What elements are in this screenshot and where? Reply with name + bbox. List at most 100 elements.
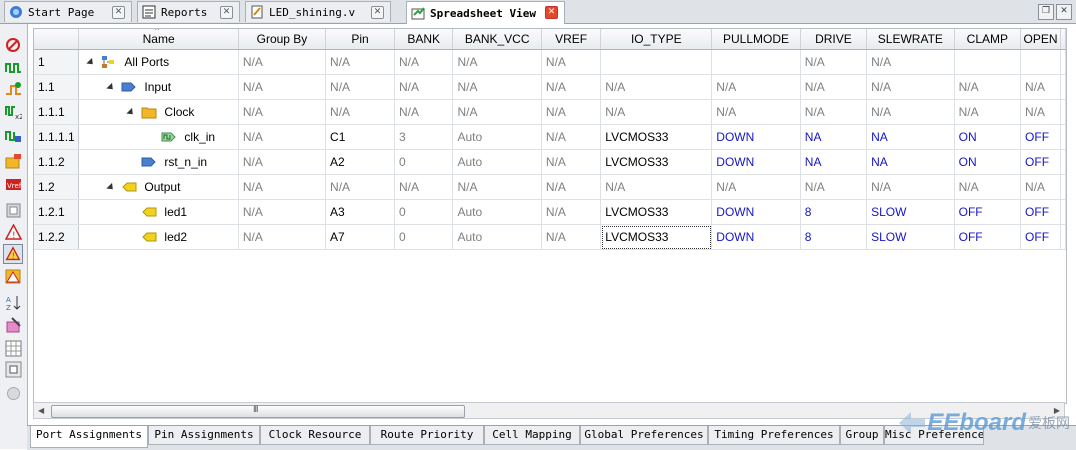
cell-bank[interactable]: N/A: [394, 174, 454, 200]
grid-view-icon[interactable]: [5, 340, 22, 357]
cell-drive[interactable]: N/A: [800, 49, 868, 75]
cell-bank[interactable]: 0: [394, 199, 454, 225]
edit-pink-icon[interactable]: [5, 317, 22, 334]
cell-bank-vcc[interactable]: N/A: [452, 99, 542, 125]
cell-open[interactable]: N/A: [1020, 174, 1061, 200]
cell-clamp[interactable]: OFF: [954, 224, 1022, 250]
cell-clamp[interactable]: [954, 49, 1022, 75]
cell-bank-vcc[interactable]: Auto: [452, 224, 542, 250]
cell-io-type[interactable]: N/A: [600, 99, 713, 125]
cell-vref[interactable]: N/A: [541, 224, 602, 250]
table-row[interactable]: 1.2.1 led1 N/A A3 0 Auto N/A LVCMOS33 DOWN 8 SLOW O…: [34, 199, 1066, 225]
cell-io-type[interactable]: LVCMOS33: [600, 149, 713, 175]
tab-start-page[interactable]: Start Page ✕: [4, 1, 132, 22]
cell-open[interactable]: N/A: [1020, 74, 1061, 100]
cell-clamp[interactable]: N/A: [954, 174, 1022, 200]
tab-spreadsheet-view[interactable]: Spreadsheet View ✕: [406, 1, 565, 24]
cell-group-by[interactable]: N/A: [238, 74, 327, 100]
cell-pullmode[interactable]: DOWN: [711, 149, 801, 175]
port-name-cell[interactable]: led1: [78, 199, 239, 225]
column-header-open[interactable]: OPEN: [1020, 29, 1061, 50]
cell-bank[interactable]: 3: [394, 124, 454, 150]
cell-io-type[interactable]: LVCMOS33: [600, 224, 713, 250]
bottom-tab-cell-mapping[interactable]: Cell Mapping: [484, 426, 580, 445]
cell-slewrate[interactable]: SLOW: [866, 224, 955, 250]
port-name-cell[interactable]: Output: [78, 174, 239, 200]
close-window-icon[interactable]: ✕: [1056, 4, 1072, 20]
column-header-bank-vcc[interactable]: BANK_VCC: [452, 29, 542, 50]
cell-drive[interactable]: N/A: [800, 99, 868, 125]
cell-bank-vcc[interactable]: N/A: [452, 49, 542, 75]
grid-select-icon[interactable]: [5, 361, 22, 378]
cell-pullmode[interactable]: N/A: [711, 174, 801, 200]
bottom-tab-clock-resource[interactable]: Clock Resource: [260, 426, 370, 445]
cell-drive[interactable]: N/A: [800, 74, 868, 100]
port-name-cell[interactable]: clk_in: [78, 124, 239, 150]
bottom-tab-global-preferences[interactable]: Global Preferences: [580, 426, 708, 445]
cell-group-by[interactable]: N/A: [238, 174, 327, 200]
cell-pin[interactable]: N/A: [325, 74, 396, 100]
table-row[interactable]: 1.2 Output N/A N/A N/A N/A N/A N/A N/A N/A N/A N/A N…: [34, 174, 1066, 200]
clock-group-icon[interactable]: [5, 127, 22, 144]
column-header-io-type[interactable]: IO_TYPE: [600, 29, 713, 50]
cell-group-by[interactable]: N/A: [238, 99, 327, 125]
table-row[interactable]: 1 All Ports N/A N/A N/A N/A N/A N/A N/A: [34, 49, 1066, 75]
close-icon[interactable]: ✕: [112, 6, 125, 19]
clock-wave-icon[interactable]: [5, 60, 22, 77]
cell-io-type[interactable]: N/A: [600, 174, 713, 200]
vref-icon[interactable]: Vref: [5, 176, 22, 193]
cell-vref[interactable]: N/A: [541, 49, 602, 75]
cell-vref[interactable]: N/A: [541, 149, 602, 175]
cell-group-by[interactable]: N/A: [238, 124, 327, 150]
cell-pin[interactable]: N/A: [325, 49, 396, 75]
cell-group-by[interactable]: N/A: [238, 199, 327, 225]
error-list-icon[interactable]: [5, 268, 22, 285]
no-route-icon[interactable]: [5, 37, 22, 54]
cell-pullmode[interactable]: N/A: [711, 99, 801, 125]
cell-slewrate[interactable]: NA: [866, 149, 955, 175]
cell-pullmode[interactable]: DOWN: [711, 124, 801, 150]
bottom-tab-port-assignments[interactable]: Port Assignments: [30, 426, 148, 448]
cell-group-by[interactable]: N/A: [238, 49, 327, 75]
cell-vref[interactable]: N/A: [541, 199, 602, 225]
cell-io-type[interactable]: LVCMOS33: [600, 199, 713, 225]
cell-bank[interactable]: 0: [394, 224, 454, 250]
cell-clamp[interactable]: ON: [954, 124, 1022, 150]
column-header-slewrate[interactable]: SLEWRATE: [866, 29, 955, 50]
port-folder-icon[interactable]: [5, 153, 22, 170]
cell-pin[interactable]: N/A: [325, 99, 396, 125]
pin-grid-icon[interactable]: [5, 202, 22, 219]
bottom-tab-route-priority[interactable]: Route Priority: [370, 426, 484, 445]
column-header-name[interactable]: Name ^: [78, 29, 239, 50]
expand-arrow-icon[interactable]: [86, 57, 97, 68]
cell-drive[interactable]: NA: [800, 124, 868, 150]
cell-clamp[interactable]: N/A: [954, 99, 1022, 125]
expand-arrow-icon[interactable]: [106, 182, 117, 193]
cell-pullmode[interactable]: DOWN: [711, 199, 801, 225]
cell-slewrate[interactable]: N/A: [866, 49, 955, 75]
cell-bank[interactable]: N/A: [394, 99, 454, 125]
clock-path-icon[interactable]: [5, 81, 22, 98]
column-header-pin[interactable]: Pin: [325, 29, 396, 50]
column-header-clamp[interactable]: CLAMP: [954, 29, 1022, 50]
table-row[interactable]: 1.2.2 led2 N/A A7 0 Auto N/A LVCMOS33 DOWN 8 SLOW O…: [34, 224, 1066, 250]
cell-open[interactable]: N/A: [1020, 99, 1061, 125]
cell-drive[interactable]: 8: [800, 199, 868, 225]
cell-bank[interactable]: N/A: [394, 49, 454, 75]
cell-drive[interactable]: 8: [800, 224, 868, 250]
clock-x2-icon[interactable]: x2: [5, 103, 22, 120]
column-header-drive[interactable]: DRIVE: [800, 29, 868, 50]
cell-open[interactable]: OFF: [1020, 149, 1061, 175]
close-icon[interactable]: ✕: [220, 6, 233, 19]
cell-vref[interactable]: N/A: [541, 74, 602, 100]
table-row[interactable]: 1.1.1.1 clk_in N/A C1 3 Auto N/A LVCMOS33 DOWN NA…: [34, 124, 1066, 150]
scroll-thumb[interactable]: III: [51, 404, 465, 418]
cell-open[interactable]: [1020, 49, 1061, 75]
cell-bank-vcc[interactable]: Auto: [452, 199, 542, 225]
bottom-tab-timing-preferences[interactable]: Timing Preferences: [708, 426, 840, 445]
cell-pin[interactable]: C1: [325, 124, 396, 150]
cell-pullmode[interactable]: N/A: [711, 74, 801, 100]
port-name-cell[interactable]: rst_n_in: [78, 149, 239, 175]
cell-pin[interactable]: A7: [325, 224, 396, 250]
column-header-vref[interactable]: VREF: [541, 29, 602, 50]
